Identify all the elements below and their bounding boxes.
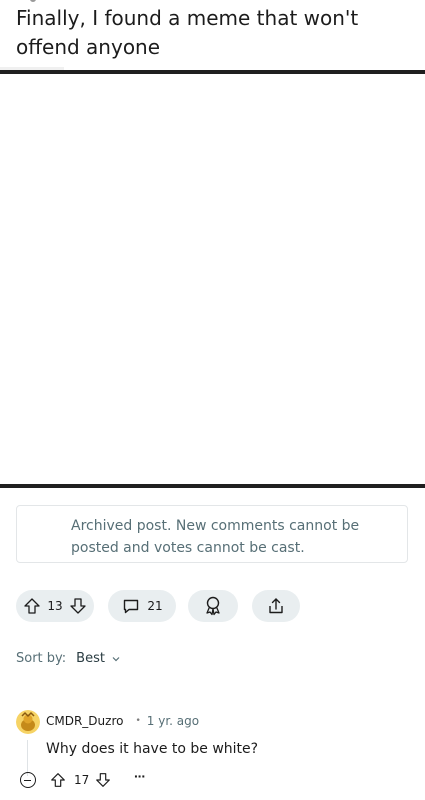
- upvote-icon[interactable]: [22, 596, 42, 616]
- comments-button[interactable]: 21: [108, 590, 176, 622]
- collapse-icon[interactable]: [20, 772, 36, 788]
- comment-actions: 17 ···: [16, 768, 216, 792]
- share-button[interactable]: [252, 590, 300, 622]
- share-icon: [266, 596, 286, 616]
- comment-body: Why does it have to be white?: [46, 741, 259, 757]
- archived-notice: Archived post. New comments cannot be po…: [16, 505, 408, 563]
- sort-dropdown[interactable]: Sort by: Best: [16, 651, 121, 666]
- image-bottom-border: [0, 484, 425, 488]
- comment-downvote-icon[interactable]: [94, 771, 112, 789]
- meta-separator: •: [135, 716, 141, 726]
- award-button[interactable]: [188, 590, 238, 622]
- vote-pill: 13: [16, 590, 94, 622]
- comment-score: 17: [74, 773, 90, 787]
- comment-timestamp: 1 yr. ago: [146, 714, 200, 728]
- comment-upvote-icon[interactable]: [49, 771, 67, 789]
- downvote-icon[interactable]: [68, 596, 88, 616]
- comment-icon: [121, 596, 141, 616]
- header-remnant: [30, 0, 36, 2]
- comment-meta: CMDR_Duzro • 1 yr. ago: [46, 714, 199, 728]
- chevron-down-icon: [111, 654, 121, 664]
- award-icon: [202, 595, 224, 617]
- post-image[interactable]: [0, 67, 425, 488]
- more-options-icon[interactable]: ···: [134, 768, 146, 784]
- sort-value: Best: [76, 651, 105, 666]
- post-title: Finally, I found a meme that won't offen…: [16, 6, 359, 59]
- comments-count: 21: [147, 599, 163, 613]
- comment-author[interactable]: CMDR_Duzro: [46, 714, 123, 728]
- image-top-border: [0, 70, 425, 74]
- sort-label: Sort by:: [16, 651, 67, 666]
- avatar[interactable]: [16, 710, 40, 734]
- post-score: 13: [47, 599, 63, 613]
